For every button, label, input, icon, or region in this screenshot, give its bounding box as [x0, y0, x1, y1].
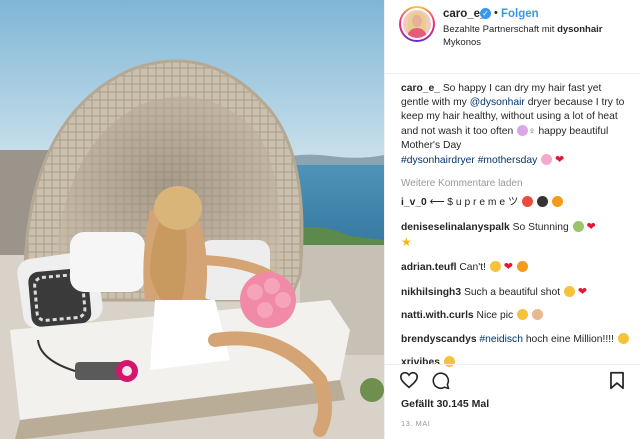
comment-username[interactable]: brendyscandys [401, 334, 477, 345]
comment-username[interactable]: adrian.teufl [401, 262, 457, 273]
comment-username[interactable]: deniseselinalanyspalk [401, 222, 510, 233]
caption-username[interactable]: caro_e_ [401, 83, 440, 94]
load-more-comments-button[interactable]: Weitere Kommentare laden [401, 178, 523, 189]
comment-item: i_v_0 ⟵ $ u p r e m e ツ [401, 196, 633, 210]
heart-emoji-icon: ❤ [554, 154, 565, 167]
collision-emoji-icon [522, 196, 534, 207]
avatar-face [412, 15, 422, 27]
fire-emoji-icon [516, 261, 528, 272]
post-photo[interactable] [0, 0, 384, 439]
location-link[interactable]: Mykonos [443, 37, 481, 48]
comment-hashtag[interactable]: #neidisch [479, 334, 523, 345]
female-sign-icon: ♀ [528, 125, 536, 137]
comment-text: ⟵ $ u p r e m e ツ [429, 197, 519, 208]
avatar[interactable] [399, 6, 435, 42]
avatar-image [401, 8, 433, 40]
post-date[interactable]: 13. MAI [401, 419, 430, 428]
sparkle-emoji-icon [572, 220, 584, 232]
post-actions-bar [385, 364, 640, 395]
header-separator: • [494, 7, 498, 19]
heart-emoji-icon: ❤ [503, 261, 513, 273]
partner-prefix: Bezahlte Partnerschaft mit [443, 24, 555, 35]
comment-text: hoch eine Million!!!! [525, 333, 614, 345]
caption-hashtags[interactable]: #dysonhairdryer #mothersday [401, 155, 537, 166]
blossom-emoji-icon [541, 154, 553, 166]
heart-emoji-icon: ❤ [577, 285, 588, 298]
comment-text: Can't! [459, 262, 486, 273]
post-caption: caro_e_ So happy I can dry my hair fast … [401, 82, 631, 168]
comment-item: natti.with.curls Nice pic [401, 309, 633, 323]
comments-list: i_v_0 ⟵ $ u p r e m e ツ deniseselinalany… [401, 196, 633, 380]
grimace-emoji-icon [617, 332, 629, 344]
smile-emoji-icon [517, 309, 529, 320]
verified-badge-icon: ✓ [480, 8, 491, 19]
heart-eyes-emoji-icon [564, 285, 575, 297]
comment-item: adrian.teufl Can't! ❤ [401, 260, 633, 275]
comment-username[interactable]: i_v_0 [401, 197, 427, 208]
likes-count[interactable]: Gefällt 30.145 Mal [401, 398, 489, 410]
comment-text: So Stunning [512, 221, 569, 233]
instagram-post: caro_e_ ✓ • Folgen Bezahlte Partnerschaf… [0, 0, 640, 439]
heart-emoji-icon: ❤ [586, 220, 596, 233]
comment-item: deniseselinalanyspalk So Stunning ❤ ★ [401, 220, 633, 251]
like-heart-icon[interactable] [399, 371, 419, 394]
post-side-panel: caro_e_ ✓ • Folgen Bezahlte Partnerschaf… [384, 0, 640, 439]
post-header: caro_e_ ✓ • Folgen Bezahlte Partnerschaf… [385, 0, 640, 74]
partner-brand[interactable]: dysonhair [557, 24, 602, 35]
comment-username[interactable]: nikhilsingh3 [401, 287, 461, 298]
thumbs-up-emoji-icon [531, 309, 543, 320]
star-emoji-icon: ★ [401, 234, 412, 249]
photo-illustration [0, 0, 384, 439]
comment-username[interactable]: natti.with.curls [401, 310, 474, 321]
screaming-face-emoji-icon [489, 261, 501, 272]
follow-button[interactable]: Folgen [501, 8, 539, 20]
bomb-emoji-icon [537, 196, 548, 207]
comment-text: Nice pic [476, 310, 514, 321]
comment-item: nikhilsingh3 Such a beautiful shot ❤ [401, 285, 633, 300]
comment-bubble-icon[interactable] [431, 371, 451, 395]
woman-emoji-icon [517, 124, 529, 136]
fire-emoji-icon [551, 196, 563, 207]
comment-item: brendyscandys #neidisch hoch eine Millio… [401, 332, 633, 347]
bookmark-icon[interactable] [609, 371, 625, 395]
caption-mention[interactable]: @dysonhair [470, 97, 525, 108]
paid-partnership-label[interactable]: Bezahlte Partnerschaft mit dysonhair [443, 24, 602, 35]
comment-text: Such a beautiful shot [463, 286, 561, 298]
